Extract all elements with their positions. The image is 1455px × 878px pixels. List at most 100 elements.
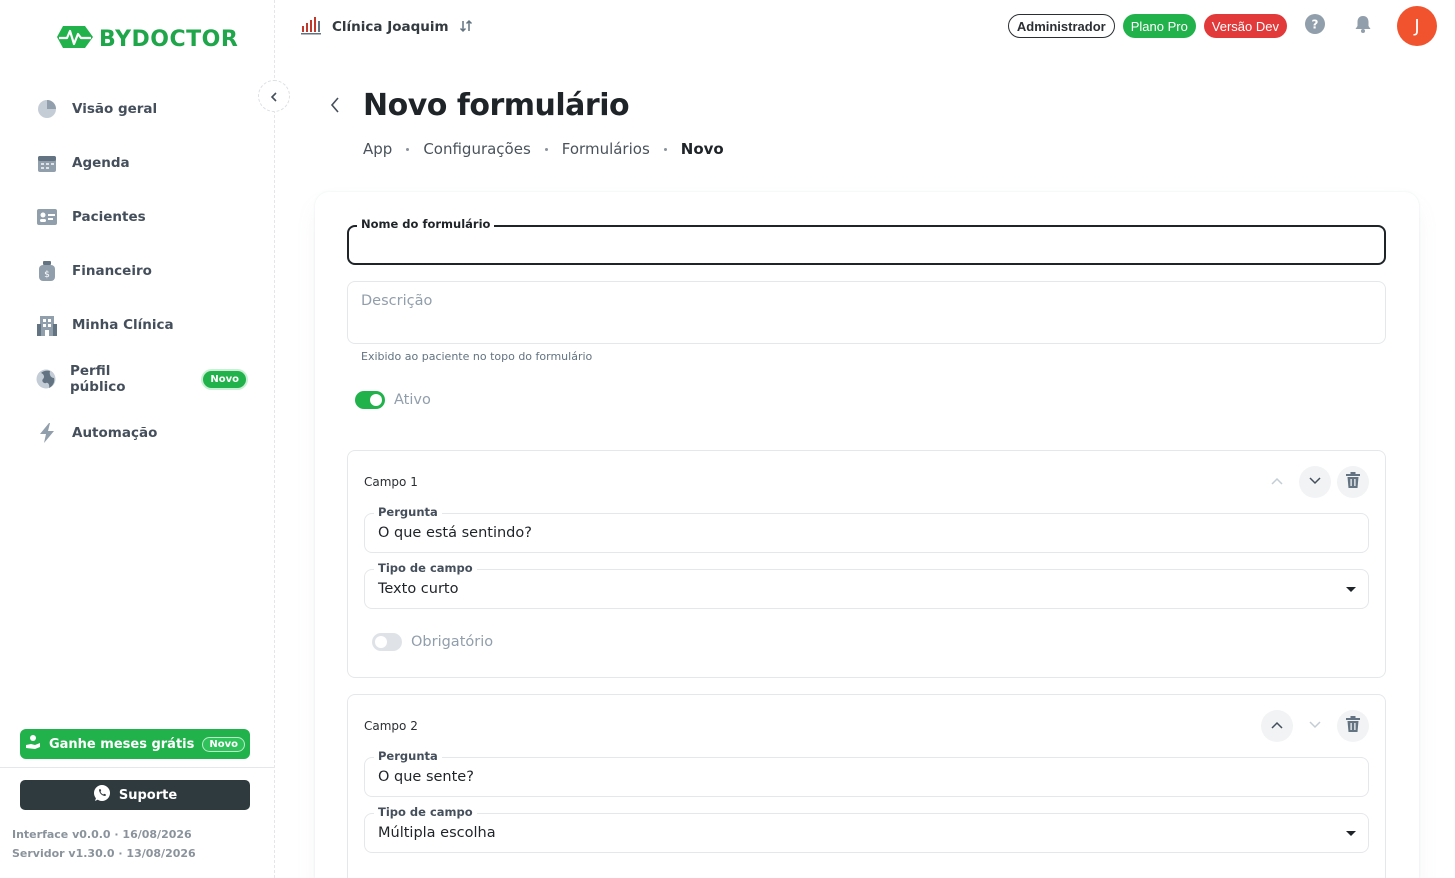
field-title: Campo 1	[364, 475, 418, 489]
app-logo[interactable]: BYDOCTOR	[55, 22, 238, 56]
breadcrumb-current: Novo	[680, 140, 724, 158]
sidebar-item-label: Minha Clínica	[72, 317, 174, 333]
breadcrumb-separator	[663, 147, 667, 151]
field-type-select[interactable]: Tipo de campo Múltipla escolha	[364, 805, 1369, 853]
active-toggle[interactable]	[355, 391, 385, 409]
sidebar-nav: Visão geral Agenda Pacientes $ Financeir…	[36, 82, 246, 460]
field-type-value: Texto curto	[378, 581, 459, 597]
wallet-icon: $	[36, 260, 58, 282]
role-badge: Administrador	[1007, 14, 1115, 38]
chevron-down-icon	[1308, 473, 1322, 492]
chevron-down-icon	[1308, 717, 1322, 736]
description-helper: Exibido ao paciente no topo do formulári…	[361, 350, 593, 363]
question-input[interactable]: Pergunta O que está sentindo?	[364, 505, 1369, 553]
sidebar-item-automacao[interactable]: Automação	[36, 406, 246, 460]
lightning-icon	[36, 422, 58, 444]
field-actions	[1261, 710, 1369, 742]
toggle-knob	[370, 394, 382, 406]
sidebar-item-minha-clinica[interactable]: Minha Clínica	[36, 298, 246, 352]
sidebar-divider	[0, 767, 275, 768]
field-type-value: Múltipla escolha	[378, 825, 496, 841]
form-name-label: Nome do formulário	[357, 217, 495, 231]
question-input[interactable]: Pergunta O que sente?	[364, 749, 1369, 797]
move-up-button[interactable]	[1261, 710, 1293, 742]
back-button[interactable]	[325, 94, 347, 116]
required-toggle[interactable]	[372, 633, 402, 651]
heartbeat-logo-icon	[55, 22, 95, 56]
field-type-label: Tipo de campo	[374, 805, 477, 819]
sidebar-item-perfil-publico[interactable]: Perfil público Novo	[36, 352, 246, 406]
sidebar-item-visao-geral[interactable]: Visão geral	[36, 82, 246, 136]
breadcrumb-configuracoes[interactable]: Configurações	[423, 140, 530, 158]
sidebar-item-financeiro[interactable]: $ Financeiro	[36, 244, 246, 298]
caret-down-icon	[1346, 587, 1356, 592]
sidebar-item-label: Automação	[72, 425, 158, 441]
clinic-switcher[interactable]: Clínica Joaquim	[300, 14, 473, 40]
calendar-icon	[36, 152, 58, 174]
interface-version: Interface v0.0.0 · 16/08/2026	[12, 828, 192, 841]
description-input[interactable]	[347, 281, 1386, 344]
id-card-icon	[36, 206, 58, 228]
description-placeholder: Descrição	[361, 293, 433, 309]
field-title: Campo 2	[364, 719, 418, 733]
clinic-name: Clínica Joaquim	[332, 19, 449, 35]
question-value: O que sente?	[378, 769, 474, 785]
sidebar-item-label: Pacientes	[72, 209, 146, 225]
plan-badge: Plano Pro	[1122, 14, 1196, 38]
swap-arrows-icon	[459, 18, 473, 37]
move-down-button[interactable]	[1299, 466, 1331, 498]
globe-icon	[36, 368, 56, 390]
building-icon	[36, 314, 58, 336]
move-down-button[interactable]	[1299, 710, 1331, 742]
free-months-button[interactable]: Ganhe meses grátis Novo	[20, 729, 250, 759]
field-type-select[interactable]: Tipo de campo Texto curto	[364, 561, 1369, 609]
toggle-knob	[375, 636, 387, 648]
svg-text:$: $	[44, 270, 50, 280]
support-label: Suporte	[118, 787, 178, 803]
sidebar-item-label: Agenda	[72, 155, 130, 171]
env-badge: Versão Dev	[1203, 14, 1287, 38]
sidebar-item-pacientes[interactable]: Pacientes	[36, 190, 246, 244]
breadcrumb-formularios[interactable]: Formulários	[562, 140, 650, 158]
page-title: Novo formulário	[363, 88, 630, 123]
required-toggle-row: Obrigatório	[372, 633, 493, 651]
svg-text:?: ?	[1312, 18, 1319, 32]
support-button[interactable]: Suporte	[20, 780, 250, 810]
required-label: Obrigatório	[411, 634, 494, 650]
clinic-logo-icon	[300, 14, 322, 40]
trash-icon	[1346, 472, 1360, 492]
field-actions	[1261, 466, 1369, 498]
sidebar-item-label: Financeiro	[72, 263, 152, 279]
delete-field-button[interactable]	[1337, 710, 1369, 742]
whatsapp-icon	[93, 784, 111, 806]
breadcrumb-app[interactable]: App	[363, 140, 392, 158]
delete-field-button[interactable]	[1337, 466, 1369, 498]
logo-text: BYDOCTOR	[99, 26, 239, 52]
gift-hand-icon	[25, 734, 41, 754]
chevron-up-icon	[1270, 717, 1284, 736]
breadcrumb: App Configurações Formulários Novo	[363, 140, 724, 158]
breadcrumb-separator	[406, 147, 410, 151]
help-icon: ?	[1305, 14, 1325, 38]
new-badge: Novo	[203, 370, 246, 388]
question-label: Pergunta	[374, 505, 442, 519]
chevron-up-icon	[1270, 473, 1284, 492]
avatar[interactable]: J	[1397, 6, 1437, 46]
sidebar-item-label: Visão geral	[72, 101, 158, 117]
notifications-button[interactable]	[1343, 6, 1383, 46]
server-version: Servidor v1.30.0 · 13/08/2026	[12, 847, 196, 860]
new-badge: Novo	[202, 736, 245, 752]
bell-icon	[1353, 14, 1373, 38]
field-card-1: Campo 1 Pergunta O que está sentindo? Ti…	[347, 450, 1386, 678]
sidebar-item-label: Perfil público	[70, 363, 126, 395]
move-up-button[interactable]	[1261, 466, 1293, 498]
topbar-actions: Administrador Plano Pro Versão Dev ? J	[1007, 6, 1437, 46]
sidebar: BYDOCTOR Visão geral Agenda Pacientes $ …	[0, 0, 275, 878]
form-name-input[interactable]	[347, 225, 1386, 265]
collapse-sidebar-button[interactable]	[258, 80, 290, 112]
caret-down-icon	[1346, 831, 1356, 836]
sidebar-item-agenda[interactable]: Agenda	[36, 136, 246, 190]
question-value: O que está sentindo?	[378, 525, 532, 541]
free-months-label: Ganhe meses grátis	[48, 736, 195, 752]
help-button[interactable]: ?	[1295, 6, 1335, 46]
